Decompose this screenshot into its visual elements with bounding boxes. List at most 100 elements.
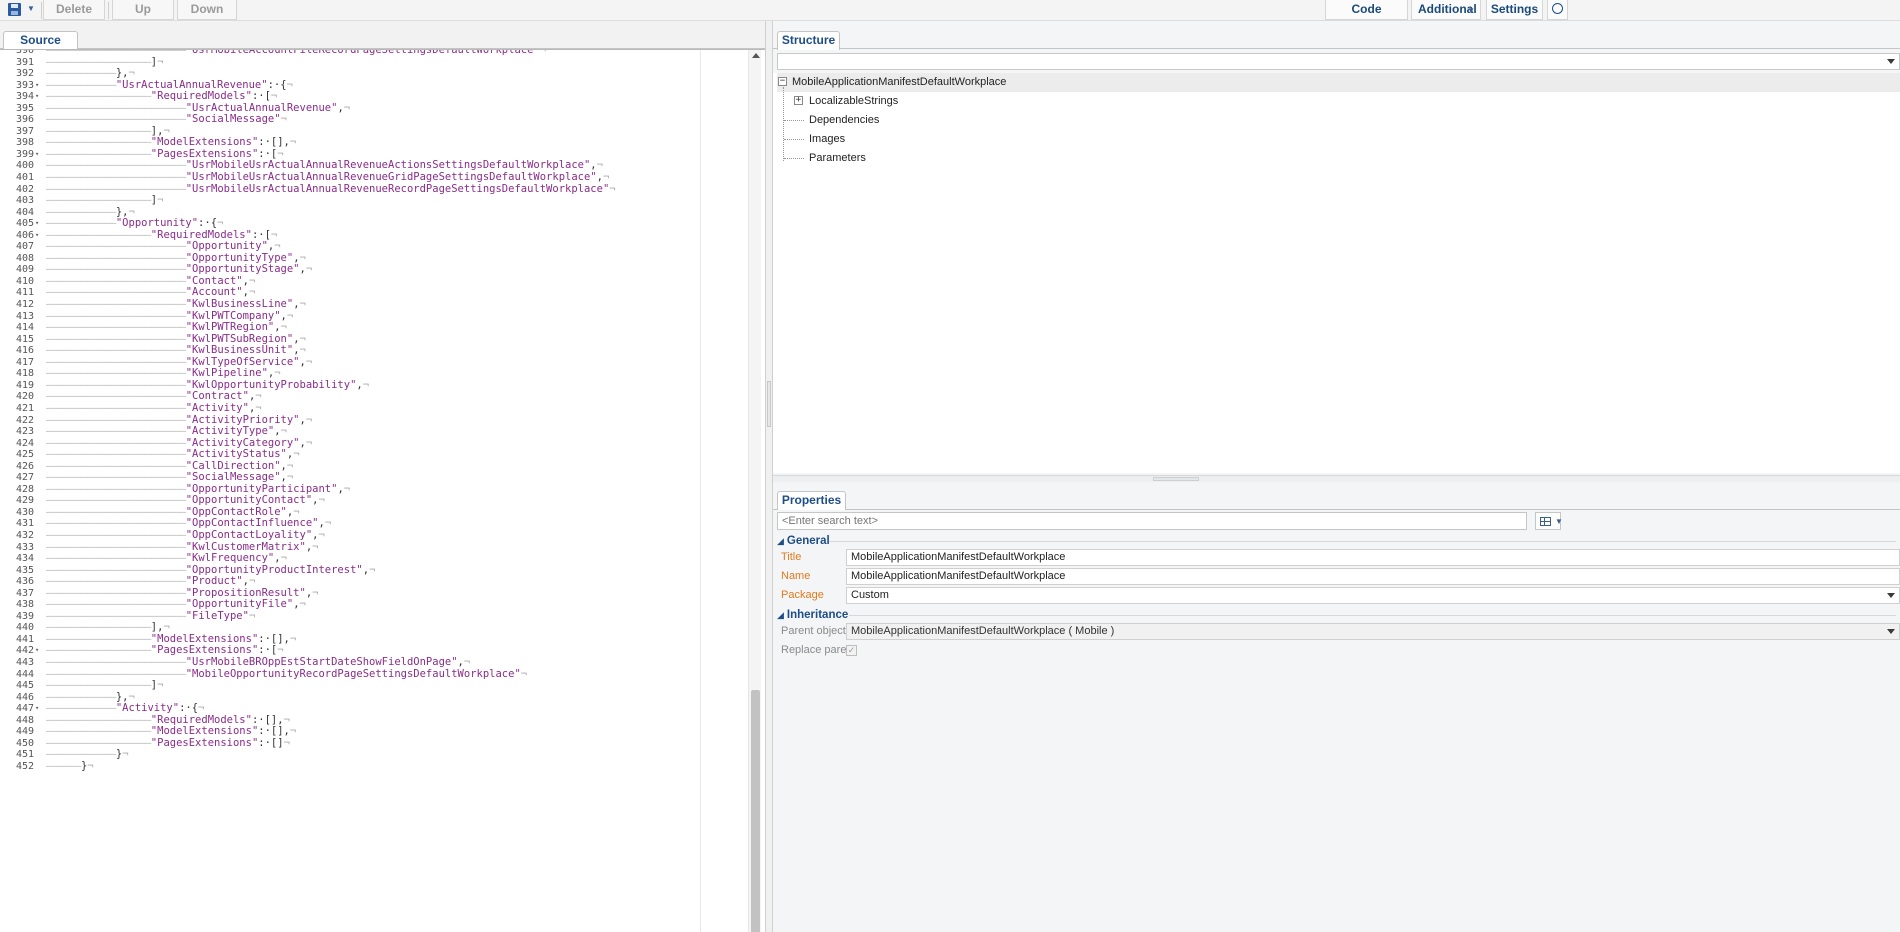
chevron-down-icon[interactable]	[1887, 59, 1895, 64]
line-number: 412	[15, 299, 34, 311]
chevron-down-icon: ▼	[1467, 6, 1475, 15]
code-token: "RequiredModels":·[¬	[150, 90, 278, 103]
up-button[interactable]: Up	[112, 0, 174, 20]
splitter-grip[interactable]	[767, 381, 771, 427]
code-token: "UsrMobileUsrActualAnnualRevenueRecordPa…	[185, 182, 616, 195]
line-number: 395	[15, 102, 34, 114]
code-text: ——————}¬	[46, 760, 94, 773]
line-number: 391	[15, 56, 34, 68]
indent-guide: ————————————	[46, 748, 116, 761]
indent-guide: ——————————————————	[46, 632, 151, 645]
code-token: "RequiredModels":·[¬	[150, 228, 278, 241]
code-token: "KwlTypeOfService",¬	[185, 355, 313, 368]
tree-item-parameters[interactable]: Parameters	[809, 149, 866, 168]
indent-guide: ————————————————————————	[46, 563, 186, 576]
line-number: 414	[15, 322, 34, 334]
help-button[interactable]	[1547, 0, 1568, 20]
delete-button[interactable]: Delete	[43, 0, 105, 20]
code-token: "PagesExtensions":·[¬	[150, 644, 284, 657]
indent-guide: ——————————————————	[46, 644, 151, 657]
scrollbar-thumb[interactable]	[751, 690, 760, 932]
code-token: "KwlPipeline",¬	[185, 367, 281, 380]
fold-toggle-icon[interactable]: ▾	[35, 645, 43, 657]
tab-structure[interactable]: Structure	[777, 31, 840, 50]
line-number: 440	[15, 622, 34, 634]
panel-splitter[interactable]	[765, 21, 773, 932]
indent-guide: ————————————	[46, 702, 116, 715]
structure-panel: Structure − MobileApplicationManifestDef…	[773, 21, 1900, 476]
code-token: "OpportunityContact",¬	[185, 494, 325, 507]
code-token: "KwlPWTSubRegion",¬	[185, 332, 306, 345]
collapse-icon[interactable]: −	[778, 77, 787, 86]
chevron-down-icon[interactable]: ▼	[27, 4, 35, 13]
section-general[interactable]: ◢ General	[777, 534, 830, 548]
indent-guide: ————————————————————————	[46, 182, 186, 195]
tree-item-root[interactable]: − MobileApplicationManifestDefaultWorkpl…	[777, 73, 1900, 92]
indent-guide: ————————————————————————	[46, 332, 186, 345]
indent-guide: ————————————————————————	[46, 528, 186, 541]
fold-toggle-icon[interactable]: ▾	[35, 703, 43, 715]
code-editor[interactable]: 390 ————————————————————————"UsrMobileAcc…	[0, 49, 765, 932]
line-number: 396	[15, 114, 34, 126]
properties-search-input[interactable]	[777, 512, 1527, 530]
indent-guide: ————————————————————————	[46, 586, 186, 599]
indent-guide: ————————————	[46, 78, 116, 91]
structure-tree: − MobileApplicationManifestDefaultWorkpl…	[773, 73, 1900, 473]
scroll-up-icon[interactable]	[752, 53, 760, 58]
indent-guide: ——————————————————	[46, 228, 151, 241]
code-validation-button[interactable]: Code Validation	[1325, 0, 1408, 35]
tab-properties[interactable]: Properties	[777, 491, 846, 510]
toolbar-divider	[41, 2, 42, 19]
additional-button[interactable]: Additional ▼	[1411, 0, 1481, 20]
settings-button[interactable]: Settings	[1486, 0, 1543, 20]
replace-parent-checkbox[interactable]: ✓	[846, 645, 857, 656]
code-token: "PropositionResult",¬	[185, 586, 319, 599]
package-label: Package	[781, 589, 824, 601]
line-number: 430	[15, 506, 34, 518]
indent-guide: ————————————————————————	[46, 113, 186, 126]
parent-object-field[interactable]: MobileApplicationManifestDefaultWorkplac…	[846, 623, 1900, 640]
grid-icon	[1540, 517, 1551, 526]
chevron-down-icon[interactable]	[1887, 593, 1895, 598]
view-mode-button[interactable]: ▼	[1535, 512, 1563, 530]
indent-guide: ————————————————————————	[46, 159, 186, 172]
code-token: "ActivityPriority",¬	[185, 413, 313, 426]
code-token: ],¬	[150, 621, 170, 634]
line-number: 390	[15, 49, 34, 56]
package-select[interactable]: Custom	[846, 587, 1900, 604]
fold-toggle-icon[interactable]: ▾	[35, 80, 43, 92]
structure-filter-combo[interactable]	[777, 53, 1900, 70]
indent-guide: ————————————————————————	[46, 471, 186, 484]
package-value: Custom	[851, 589, 889, 601]
line-number: 394	[15, 91, 34, 103]
expand-icon[interactable]: +	[794, 96, 803, 105]
line-number: 426	[15, 460, 34, 472]
properties-tabstrip: Properties	[773, 482, 1900, 510]
title-field[interactable]: MobileApplicationManifestDefaultWorkplac…	[846, 549, 1900, 566]
code-token: },¬	[115, 205, 135, 218]
name-field[interactable]: MobileApplicationManifestDefaultWorkplac…	[846, 568, 1900, 585]
code-token: "KwlFrequency",¬	[185, 552, 287, 565]
fold-toggle-icon[interactable]: ▾	[35, 149, 43, 161]
tree-item-dependencies[interactable]: Dependencies	[809, 111, 879, 130]
indent-guide: ————————————————————————	[46, 517, 186, 530]
indent-guide: ————————————————————————	[46, 390, 186, 403]
save-button[interactable]: ▼	[4, 2, 38, 18]
fold-toggle-icon[interactable]: ▾	[35, 218, 43, 230]
code-token: "KwlCustomerMatrix",¬	[185, 540, 319, 553]
tree-item-images[interactable]: Images	[809, 130, 845, 149]
editor-scrollbar[interactable]	[748, 50, 761, 932]
down-button[interactable]: Down	[177, 0, 237, 20]
splitter-grip[interactable]	[1153, 477, 1199, 481]
fold-toggle-icon[interactable]: ▾	[35, 91, 43, 103]
section-inheritance[interactable]: ◢ Inheritance	[777, 608, 848, 622]
code-token: "OppContactRole",¬	[185, 505, 300, 518]
code-token: "Opportunity",¬	[185, 240, 281, 253]
chevron-down-icon[interactable]	[1887, 629, 1895, 634]
fold-toggle-icon[interactable]: ▾	[35, 230, 43, 242]
indent-guide: ————————————————————————	[46, 436, 186, 449]
tree-connector	[784, 120, 804, 121]
print-margin	[700, 50, 701, 932]
line-number: 446	[15, 691, 34, 703]
tab-source-code[interactable]: Source Code	[3, 31, 78, 64]
